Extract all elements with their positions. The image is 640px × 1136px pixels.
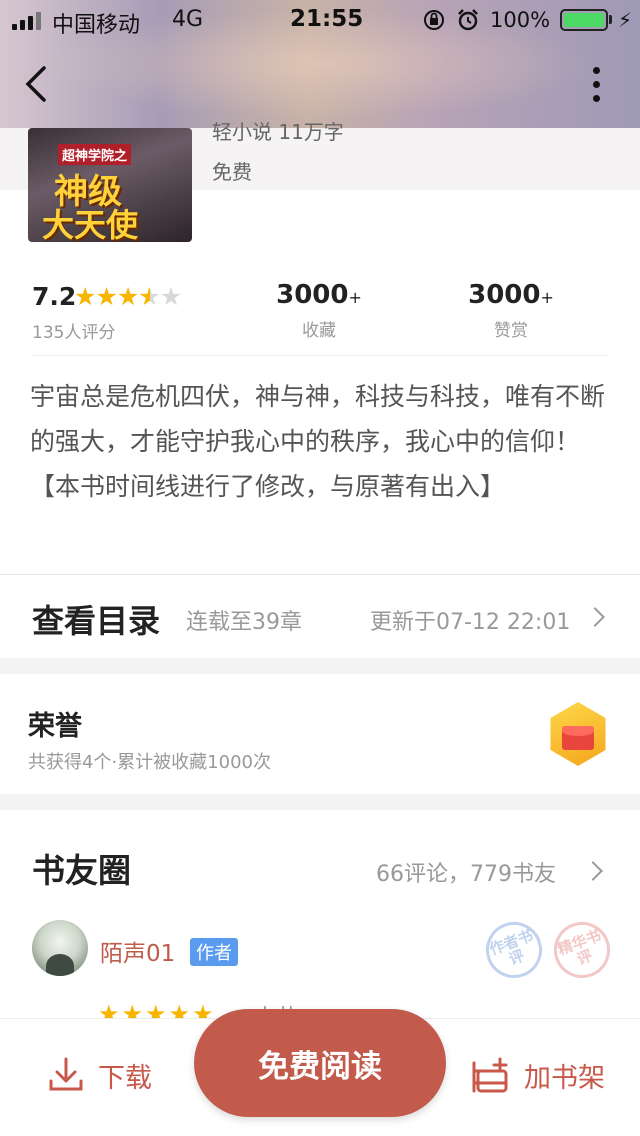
rewards-value: 3000 bbox=[468, 280, 541, 310]
rating-stars: ★★★★★ bbox=[74, 282, 182, 311]
rating-value: 7.2 bbox=[32, 282, 77, 311]
favorites-label: 收藏 bbox=[302, 321, 336, 341]
book-meta: 轻小说 11万字 bbox=[212, 120, 344, 144]
honor-section[interactable]: 荣誉 共获得4个·累计被收藏1000次 bbox=[0, 674, 640, 794]
section-gap bbox=[0, 794, 640, 810]
book-price: 免费 bbox=[212, 160, 252, 184]
star-empty-icon: ★ bbox=[159, 282, 182, 311]
book-cover[interactable]: 超神学院之 神级 大天使 bbox=[28, 128, 192, 242]
section-gap bbox=[0, 658, 640, 674]
circle-stats-link[interactable]: 66评论，779书友 bbox=[376, 856, 556, 888]
rewards-label: 赞赏 bbox=[494, 321, 528, 341]
alarm-icon bbox=[458, 9, 478, 31]
toc-title: 查看目录 bbox=[32, 602, 161, 640]
download-label: 下载 bbox=[98, 1062, 152, 1094]
rating-count: 135人评分 bbox=[32, 323, 116, 343]
cover-title-line2: 大天使 bbox=[42, 206, 139, 242]
favorites-stat: 3000+ 收藏 bbox=[254, 280, 384, 341]
carrier-name: 中国移动 bbox=[52, 13, 141, 38]
author-badge: 作者 bbox=[190, 938, 238, 966]
circle-title: 书友圈 bbox=[32, 851, 131, 890]
free-read-button[interactable]: 免费阅读 bbox=[194, 1009, 446, 1117]
divider bbox=[32, 355, 608, 356]
download-icon bbox=[49, 1057, 83, 1091]
bottom-action-bar: 下载 免费阅读 加书架 bbox=[0, 1009, 640, 1136]
reader-circle-section: 书友圈 66评论，779书友 陌声01 作者 作者书评 精华书评 ★★★★★ 大… bbox=[0, 810, 640, 1031]
add-to-shelf-label: 加书架 bbox=[524, 1062, 605, 1094]
toc-update-time: 更新于07-12 22:01 bbox=[370, 610, 571, 635]
charging-icon: ⚡ bbox=[618, 8, 633, 32]
star-half-icon: ★ bbox=[138, 282, 160, 311]
avatar[interactable] bbox=[32, 920, 88, 976]
battery-percent: 100% bbox=[490, 8, 551, 32]
table-of-contents-row[interactable]: 查看目录 连载至39章 更新于07-12 22:01 bbox=[0, 576, 640, 658]
author-review-stamp-icon: 作者书评 bbox=[478, 914, 550, 986]
status-time: 21:55 bbox=[290, 6, 364, 32]
user-name[interactable]: 陌声01 bbox=[100, 934, 175, 968]
battery-icon bbox=[560, 9, 608, 31]
rotation-lock-icon bbox=[424, 10, 444, 30]
chevron-left-icon bbox=[25, 66, 46, 102]
add-to-shelf-button[interactable]: 加书架 bbox=[470, 1055, 605, 1095]
rewards-stat: 3000+ 赞赏 bbox=[446, 280, 576, 341]
signal-icon bbox=[12, 12, 41, 30]
network-type: 4G bbox=[172, 7, 204, 32]
star-icon: ★ bbox=[116, 282, 139, 311]
chevron-right-icon bbox=[583, 861, 603, 881]
favorites-value: 3000 bbox=[276, 280, 349, 310]
red-envelope-icon bbox=[550, 702, 606, 766]
bookshelf-add-icon bbox=[472, 1057, 508, 1093]
toc-serial-status: 连载至39章 bbox=[186, 610, 302, 635]
more-dot-icon bbox=[592, 66, 600, 74]
book-description[interactable]: 宇宙总是危机四伏，神与神，科技与科技，唯有不断的强大，才能守护我心中的秩序，我心… bbox=[30, 374, 610, 509]
honor-title: 荣誉 bbox=[28, 711, 82, 742]
download-button[interactable]: 下载 bbox=[46, 1055, 152, 1095]
star-icon: ★ bbox=[95, 282, 117, 311]
chevron-right-icon bbox=[585, 607, 605, 627]
cover-subtitle: 超神学院之 bbox=[58, 144, 132, 165]
divider bbox=[0, 574, 640, 575]
star-icon: ★ bbox=[74, 282, 96, 311]
featured-review-stamp-icon: 精华书评 bbox=[546, 914, 618, 986]
honor-subtitle: 共获得4个·累计被收藏1000次 bbox=[28, 752, 271, 773]
book-stats: 7.2 ★★★★★ 135人评分 3000+ 收藏 3000+ 赞赏 bbox=[0, 280, 640, 350]
back-button[interactable] bbox=[18, 62, 58, 106]
status-bar: 中国移动 4G 21:55 100% ⚡ bbox=[0, 0, 640, 40]
more-options-button[interactable] bbox=[584, 62, 608, 106]
